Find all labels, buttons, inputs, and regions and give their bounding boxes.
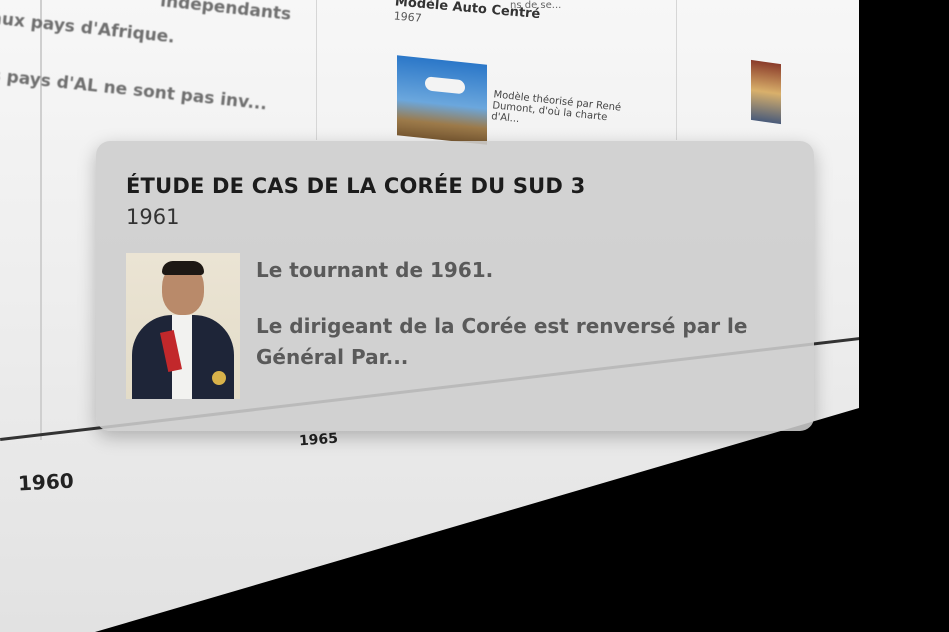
bg-card-desc: Modèle théorisé par René Dumont, d'où la… xyxy=(490,89,622,126)
year-label-1965: 1965 xyxy=(298,430,339,450)
column-divider xyxy=(316,0,317,140)
event-popup[interactable]: ÉTUDE DE CAS DE LA CORÉE DU SUD 3 1961 L… xyxy=(96,141,814,431)
bg-card-image xyxy=(397,55,487,145)
bg-card-image xyxy=(751,59,781,125)
popup-portrait-image xyxy=(126,253,240,399)
year-label-1960: 1960 xyxy=(17,468,75,496)
bg-event-card[interactable]: Modèle Auto Centré 1967 xyxy=(393,0,615,42)
bg-event-text: indépendants xyxy=(159,0,293,25)
bg-card-text: ns de se... xyxy=(510,0,562,11)
timeline-marker-line xyxy=(40,0,42,440)
popup-desc-line: Le dirigeant de la Corée est renversé pa… xyxy=(256,314,748,369)
popup-title: ÉTUDE DE CAS DE LA CORÉE DU SUD 3 xyxy=(126,174,586,198)
popup-year: 1961 xyxy=(126,205,180,229)
portrait-hair xyxy=(162,261,204,275)
bg-event-text: aux pays d'Afrique. xyxy=(0,8,176,48)
popup-desc-line: Le tournant de 1961. xyxy=(256,258,494,282)
portrait-medal xyxy=(212,371,226,385)
popup-description: Le tournant de 1961. Le dirigeant de la … xyxy=(256,255,776,398)
column-divider xyxy=(676,0,677,140)
